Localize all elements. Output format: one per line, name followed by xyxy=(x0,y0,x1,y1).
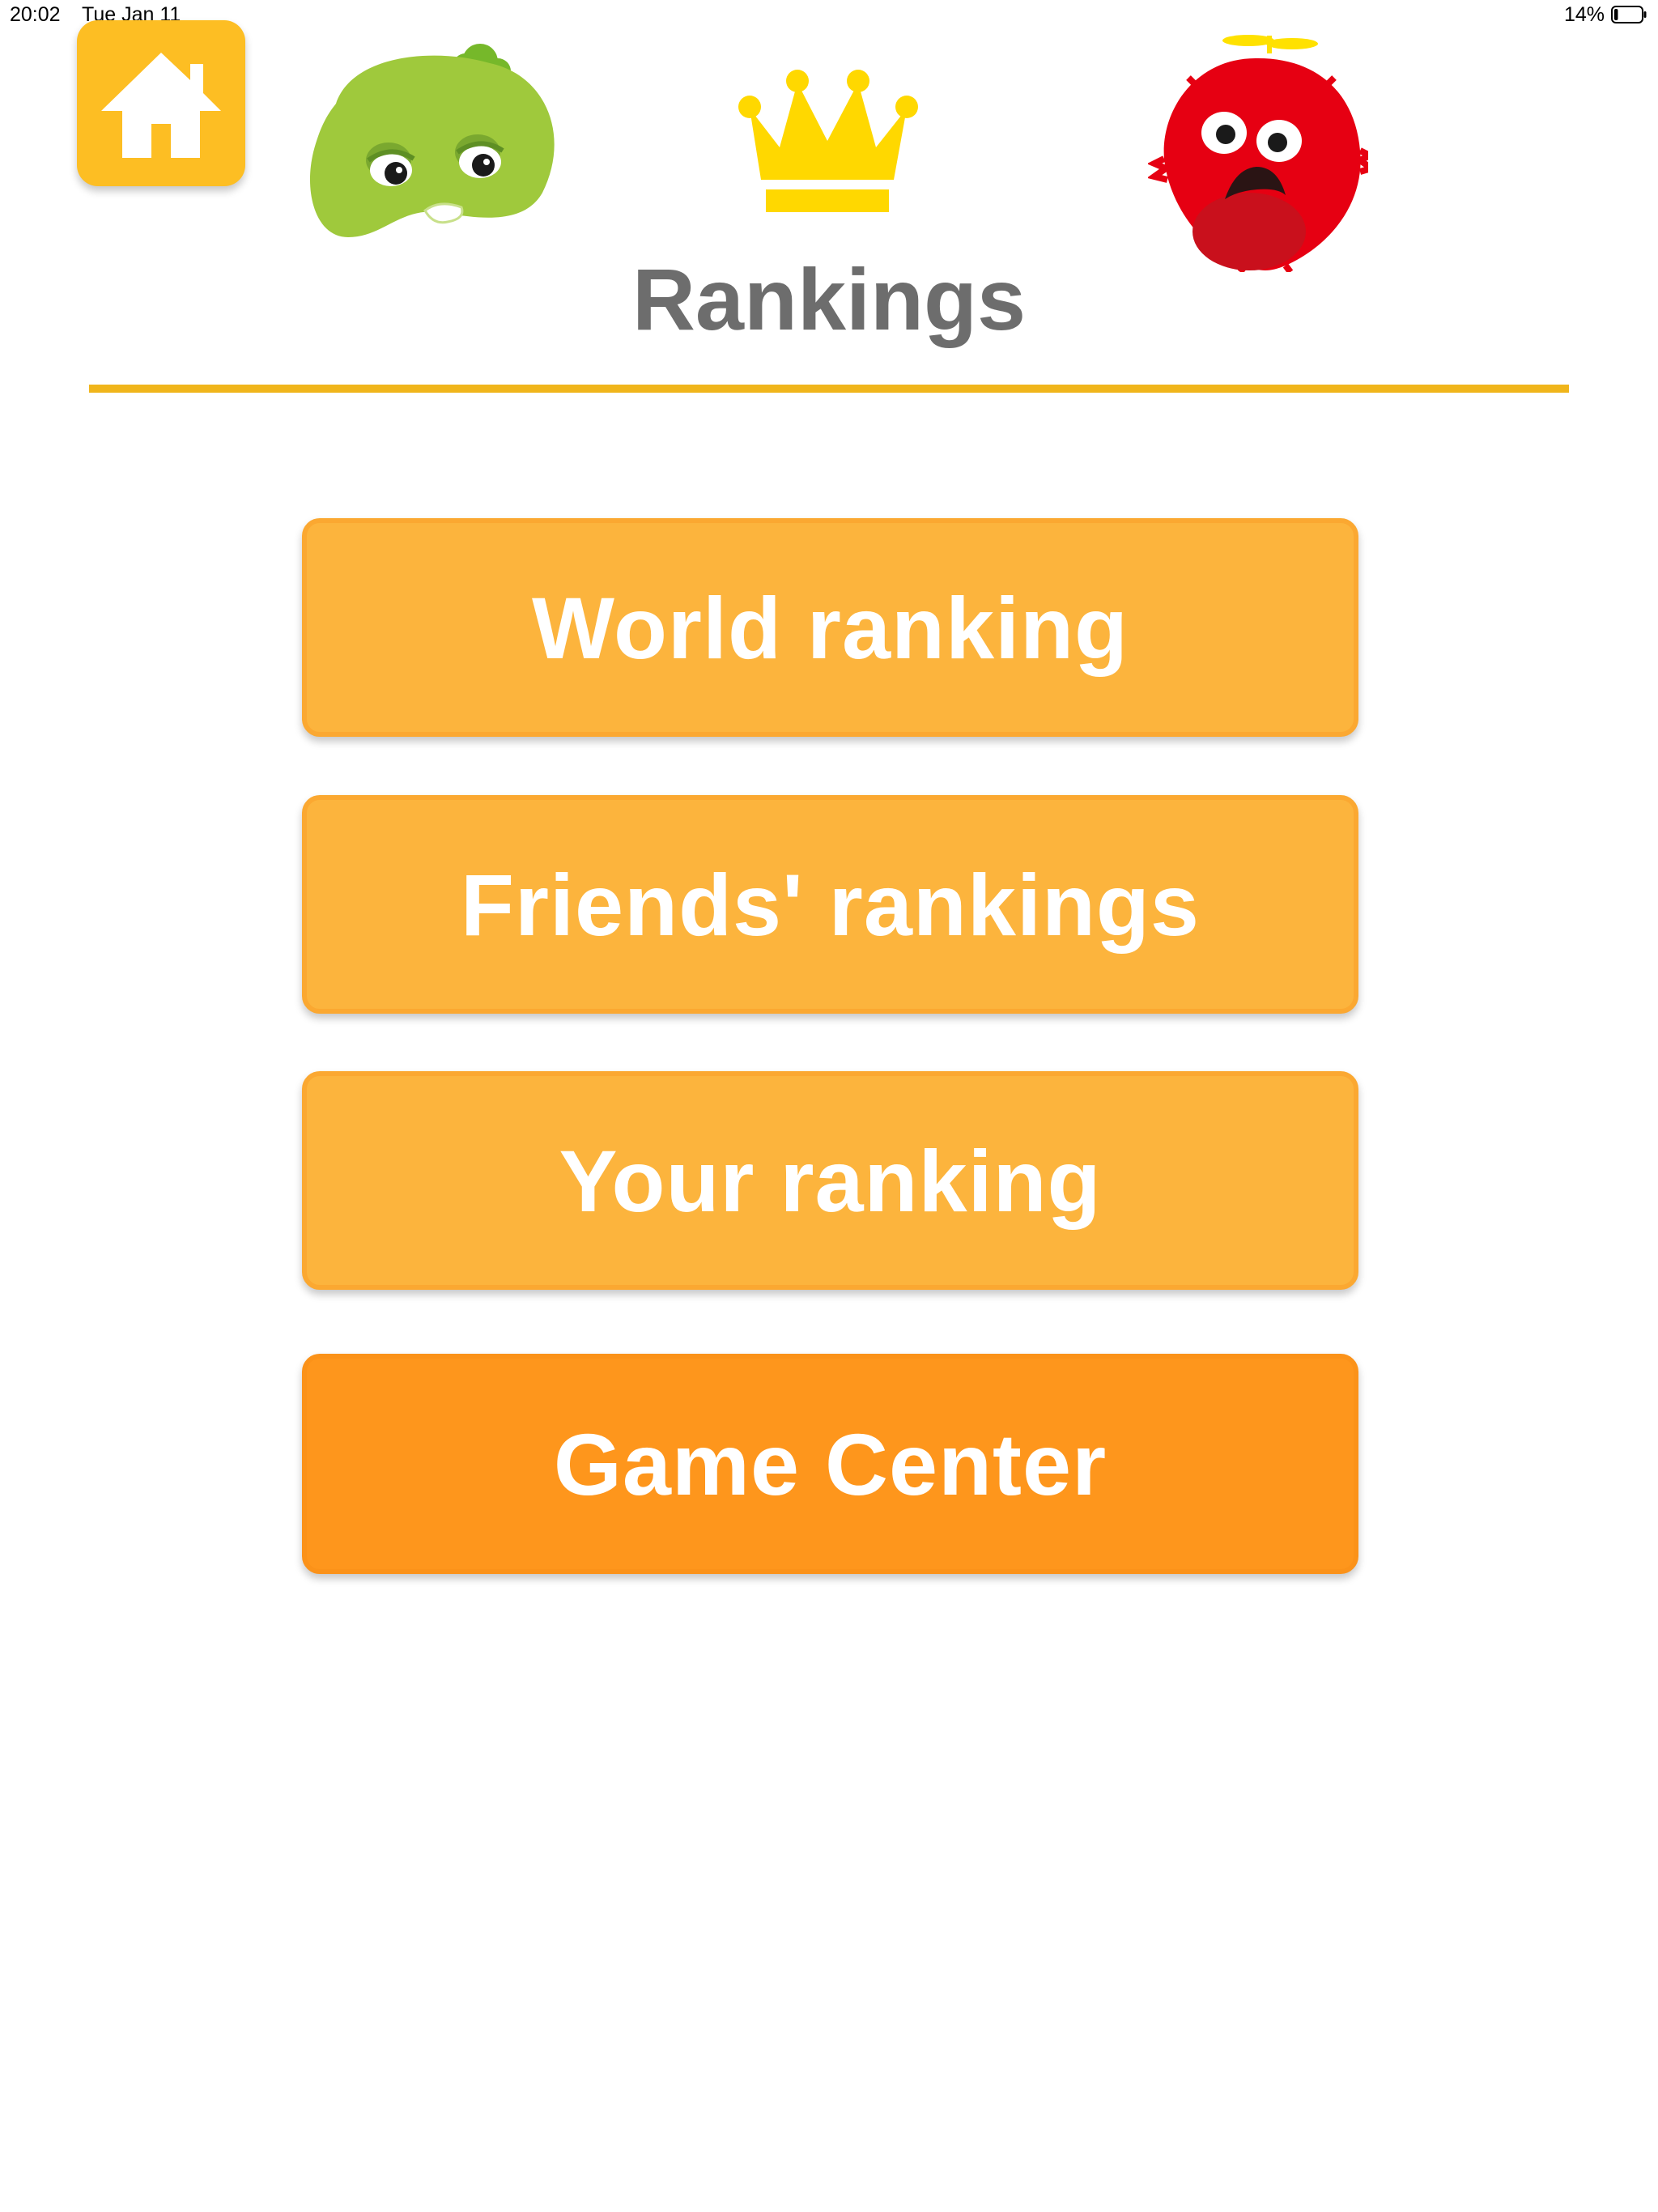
red-mascot-icon xyxy=(1148,35,1368,272)
title-divider xyxy=(89,385,1569,393)
your-ranking-button[interactable]: Your ranking xyxy=(302,1071,1358,1290)
green-mascot-icon xyxy=(309,44,555,238)
home-icon xyxy=(101,53,221,158)
status-time: 20:02 xyxy=(10,3,61,26)
page-title: Rankings xyxy=(631,250,1027,348)
battery-percent: 14% xyxy=(1563,3,1605,26)
game-center-button[interactable]: Game Center xyxy=(302,1354,1358,1574)
world-ranking-button[interactable]: World ranking xyxy=(302,518,1358,737)
friends-rankings-button[interactable]: Friends' rankings xyxy=(302,795,1358,1014)
battery-icon xyxy=(1611,6,1647,23)
home-button[interactable] xyxy=(77,20,245,186)
crown-icon xyxy=(738,70,918,212)
status-bar: 20:02 Tue Jan 11 14% xyxy=(0,0,1658,36)
